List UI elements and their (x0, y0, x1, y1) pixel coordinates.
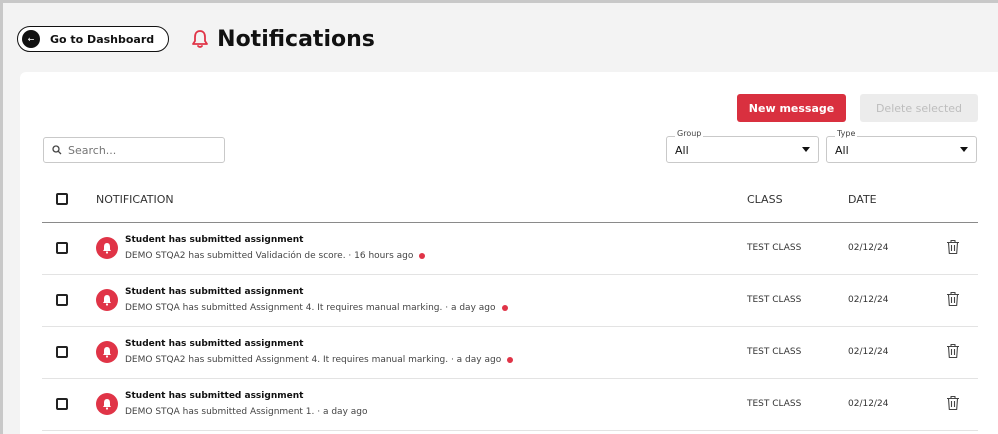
new-message-button[interactable]: New message (737, 94, 846, 122)
search-box (43, 137, 225, 163)
notification-detail: DEMO STQA has submitted Assignment 1. · … (125, 407, 368, 417)
bell-icon (103, 243, 111, 254)
group-select[interactable]: Group All (666, 129, 819, 163)
trash-icon[interactable] (946, 343, 960, 359)
class-cell: TEST CLASS (747, 399, 802, 409)
trash-icon[interactable] (946, 291, 960, 307)
trash-icon[interactable] (946, 395, 960, 411)
go-to-dashboard-button[interactable]: ← Go to Dashboard (17, 26, 170, 52)
bell-icon (103, 347, 111, 358)
header-notification: NOTIFICATION (96, 193, 174, 206)
notification-bell-avatar (96, 341, 118, 363)
trash-icon[interactable] (946, 239, 960, 255)
date-cell: 02/12/24 (848, 347, 889, 357)
type-select-label: Type (835, 129, 858, 138)
row-checkbox[interactable] (56, 346, 68, 358)
notification-title: Student has submitted assignment (125, 339, 304, 349)
bell-icon (103, 399, 111, 410)
bell-icon (192, 30, 209, 48)
class-cell: TEST CLASS (747, 295, 802, 305)
notification-title: Student has submitted assignment (125, 287, 304, 297)
notification-bell-avatar (96, 393, 118, 415)
unread-dot (501, 305, 508, 311)
page-title: Notifications (217, 26, 375, 52)
date-cell: 02/12/24 (848, 243, 889, 253)
row-checkbox[interactable] (56, 398, 68, 410)
date-cell: 02/12/24 (848, 295, 889, 305)
notifications-card: New message Delete selected Group All Ty… (20, 72, 998, 434)
group-select-value: All (675, 144, 689, 157)
notification-detail: DEMO STQA2 has submitted Assignment 4. I… (125, 355, 502, 365)
delete-selected-button[interactable]: Delete selected (860, 94, 978, 122)
chevron-down-icon (960, 147, 968, 152)
unread-dot (419, 253, 426, 259)
notification-bell-avatar (96, 289, 118, 311)
header-date: DATE (848, 193, 877, 206)
date-cell: 02/12/24 (848, 399, 889, 409)
notification-subtitle: DEMO STQA has submitted Assignment 1. · … (125, 407, 368, 417)
row-checkbox[interactable] (56, 294, 68, 306)
notification-title: Student has submitted assignment (125, 391, 304, 401)
header-class: CLASS (747, 193, 783, 206)
table-row[interactable]: Student has submitted assignment DEMO ST… (42, 327, 978, 379)
class-cell: TEST CLASS (747, 347, 802, 357)
class-cell: TEST CLASS (747, 243, 802, 253)
table-header: NOTIFICATION CLASS DATE (42, 177, 978, 223)
select-all-checkbox[interactable] (56, 193, 68, 205)
top-bar: ← Go to Dashboard Notifications (17, 25, 375, 53)
chevron-down-icon (802, 147, 810, 152)
type-select[interactable]: Type All (826, 129, 977, 163)
search-input[interactable] (68, 143, 218, 157)
app-window: ← Go to Dashboard Notifications New mess… (0, 0, 998, 434)
notification-bell-avatar (96, 237, 118, 259)
notification-detail: DEMO STQA has submitted Assignment 4. It… (125, 303, 496, 313)
table-row[interactable]: Student has submitted assignment DEMO ST… (42, 223, 978, 275)
search-icon (52, 145, 62, 155)
row-checkbox[interactable] (56, 242, 68, 254)
notification-title: Student has submitted assignment (125, 235, 304, 245)
notification-detail: DEMO STQA2 has submitted Validación de s… (125, 251, 414, 261)
notification-subtitle: DEMO STQA2 has submitted Assignment 4. I… (125, 355, 514, 365)
type-select-value: All (835, 144, 849, 157)
arrow-left-icon: ← (22, 30, 40, 48)
page-header: Notifications (191, 27, 375, 52)
unread-dot (507, 357, 514, 363)
table-row[interactable]: Student has submitted assignment DEMO ST… (42, 379, 978, 431)
notification-subtitle: DEMO STQA2 has submitted Validación de s… (125, 251, 426, 261)
go-to-dashboard-label: Go to Dashboard (50, 32, 155, 46)
group-select-label: Group (675, 129, 704, 138)
notification-subtitle: DEMO STQA has submitted Assignment 4. It… (125, 303, 508, 313)
table-row[interactable]: Student has submitted assignment DEMO ST… (42, 275, 978, 327)
bell-icon (103, 295, 111, 306)
